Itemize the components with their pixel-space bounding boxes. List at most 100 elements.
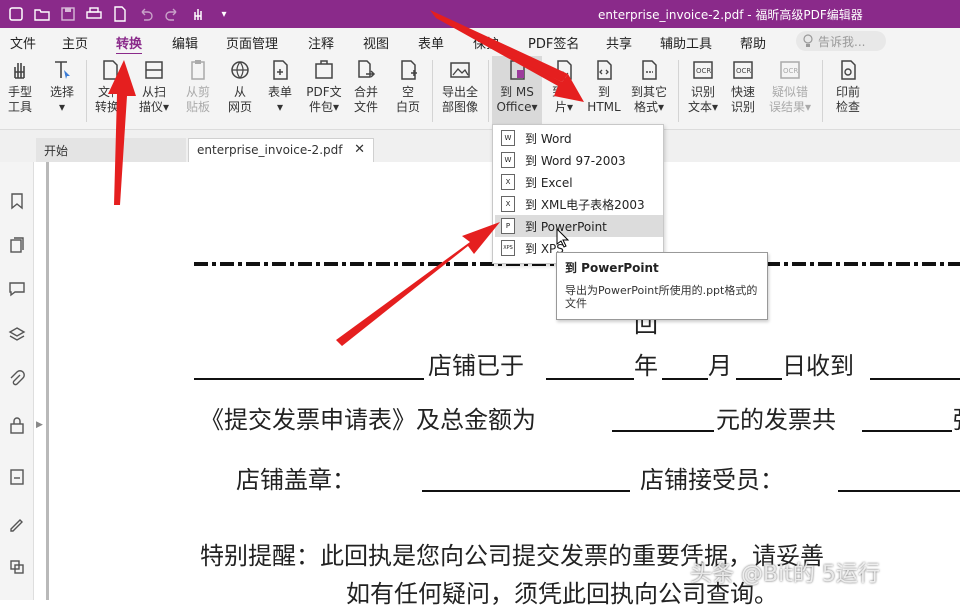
webpage-button[interactable]: 从 网页 [224, 56, 256, 128]
tell-me-search[interactable]: 告诉我... [796, 31, 886, 51]
ocr-icon: OCR [690, 56, 716, 84]
export-images-button[interactable]: 导出全 部图像 [440, 56, 480, 128]
menu-item-label: 到 Word 97-2003 [525, 153, 626, 168]
tab-start-label: 开始 [44, 144, 69, 158]
hand-icon[interactable] [188, 4, 208, 24]
customize-icon[interactable]: ▾ [214, 4, 234, 24]
file-convert-label: 文件 转换▾ [94, 85, 126, 114]
menu-item-label: 到 XML电子表格2003 [525, 197, 645, 212]
save-icon[interactable] [58, 4, 78, 24]
combine-icon [353, 56, 379, 84]
select-button[interactable]: 选择 ▾ [46, 56, 78, 128]
ribbon-separator [432, 60, 433, 122]
menu-item-to-powerpoint[interactable]: P 到 PowerPoint [495, 215, 663, 237]
signature-icon[interactable] [6, 512, 28, 534]
bookmark-icon[interactable] [6, 190, 28, 212]
menu-item-to-excel[interactable]: X 到 Excel [495, 171, 663, 193]
scanner-button[interactable]: 从扫 描仪▾ [138, 56, 170, 128]
fields-icon[interactable] [6, 466, 28, 488]
hand-tool-button[interactable]: 手型 工具 [4, 56, 36, 128]
scanner-label: 从扫 描仪▾ [138, 85, 170, 114]
menu-file[interactable]: 文件 [10, 33, 36, 52]
form-icon [267, 56, 293, 84]
ribbon-separator [86, 60, 87, 122]
redo-icon[interactable] [162, 4, 182, 24]
tab-document[interactable]: enterprise_invoice-2.pdf ✕ [188, 138, 374, 162]
security-icon[interactable] [6, 414, 28, 436]
menu-page-management[interactable]: 页面管理 [226, 33, 278, 52]
open-file-icon[interactable] [6, 4, 26, 24]
suspect-ocr-button[interactable]: OCR 疑似错 误结果▾ [766, 56, 814, 128]
ocr-text-button[interactable]: OCR 识别 文本▾ [684, 56, 722, 128]
quick-ocr-button[interactable]: OCR 快速 识别 [726, 56, 760, 128]
quick-access-toolbar: ▾ [0, 4, 234, 24]
tab-start[interactable]: 开始 [36, 138, 186, 162]
to-ms-office-button[interactable]: 到 MS Office▾ [492, 56, 542, 128]
new-icon[interactable] [110, 4, 130, 24]
to-other-format-button[interactable]: 到其它 格式▾ [626, 56, 672, 128]
combine-button[interactable]: 合并 文件 [350, 56, 382, 128]
ocr-text-label: 识别 文本▾ [687, 85, 719, 114]
to-image-button[interactable]: 到图 片▾ [548, 56, 580, 128]
scanner-icon [141, 56, 167, 84]
quick-ocr-label: 快速 识别 [730, 85, 755, 114]
menu-comment[interactable]: 注释 [308, 33, 334, 52]
ribbon-separator [822, 60, 823, 122]
menu-home[interactable]: 主页 [62, 33, 88, 52]
blank-line [736, 378, 782, 380]
blank-line [838, 490, 960, 492]
file-convert-button[interactable]: 文件 转换▾ [94, 56, 126, 128]
select-label: 选择 ▾ [49, 85, 74, 114]
preflight-icon [835, 56, 861, 84]
mouse-cursor-icon [556, 228, 570, 248]
menu-pdf-sign[interactable]: PDF签名 [528, 33, 579, 52]
tab-document-label: enterprise_invoice-2.pdf [197, 143, 343, 157]
tooltip-title: 到 PowerPoint [565, 261, 659, 275]
blank-page-button[interactable]: 空 白页 [392, 56, 424, 128]
menu-accessibility[interactable]: 辅助工具 [660, 33, 712, 52]
to-other-format-label: 到其它 格式▾ [630, 85, 667, 114]
doc-text: 张 [952, 400, 960, 435]
menu-convert[interactable]: 转换 [116, 33, 143, 55]
ribbon: 手型 工具 选择 ▾ 文件 转换▾ 从扫 描仪▾ 从剪 贴板 从 网页 表单 ▾… [0, 54, 960, 130]
menu-item-to-xml-spreadsheet[interactable]: X 到 XML电子表格2003 [495, 193, 663, 215]
combine-label: 合并 文件 [353, 85, 378, 114]
menu-help[interactable]: 帮助 [740, 33, 766, 52]
layers-icon[interactable] [6, 324, 28, 346]
ribbon-separator [678, 60, 679, 122]
xps-file-icon: XPS [501, 240, 515, 256]
menu-item-to-word[interactable]: W 到 Word [495, 127, 663, 149]
window-title: enterprise_invoice-2.pdf - 福昕高级PDF编辑器 [598, 8, 863, 22]
to-image-icon [551, 56, 577, 84]
clipboard-button[interactable]: 从剪 贴板 [182, 56, 214, 128]
form-button[interactable]: 表单 ▾ [264, 56, 296, 128]
menu-edit[interactable]: 编辑 [172, 33, 198, 52]
menu-form[interactable]: 表单 [418, 33, 444, 52]
close-icon[interactable]: ✕ [354, 142, 365, 157]
blank-line [662, 378, 708, 380]
pages-icon[interactable] [6, 234, 28, 256]
doc-text: 元的发票共 [716, 406, 836, 434]
to-html-button[interactable]: 到 HTML [586, 56, 622, 128]
ms-office-dropdown: W 到 Word W 到 Word 97-2003 X 到 Excel X 到 … [492, 124, 664, 264]
portfolio-button[interactable]: PDF文 件包▾ [304, 56, 344, 128]
attachment-icon[interactable] [6, 368, 28, 390]
globe-icon [227, 56, 253, 84]
print-icon[interactable] [84, 4, 104, 24]
preflight-button[interactable]: 印前 检查 [830, 56, 866, 128]
hand-icon [7, 56, 33, 84]
blank-page-label: 空 白页 [395, 85, 420, 114]
menu-protect[interactable]: 保护 [473, 33, 499, 52]
menu-item-to-word-97[interactable]: W 到 Word 97-2003 [495, 149, 663, 171]
content-icon[interactable] [6, 556, 28, 578]
collapse-sidebar-icon[interactable]: ▶ [36, 420, 43, 430]
undo-icon[interactable] [136, 4, 156, 24]
menu-share[interactable]: 共享 [606, 33, 632, 52]
comment-icon[interactable] [6, 278, 28, 300]
select-text-icon [49, 56, 75, 84]
folder-icon[interactable] [32, 4, 52, 24]
menu-view[interactable]: 视图 [363, 33, 389, 52]
to-image-label: 到图 片▾ [551, 85, 576, 114]
tooltip-description: 导出为PowerPoint所使用的.ppt格式的文件 [565, 284, 758, 310]
doc-text: 店铺盖章： [236, 466, 356, 494]
